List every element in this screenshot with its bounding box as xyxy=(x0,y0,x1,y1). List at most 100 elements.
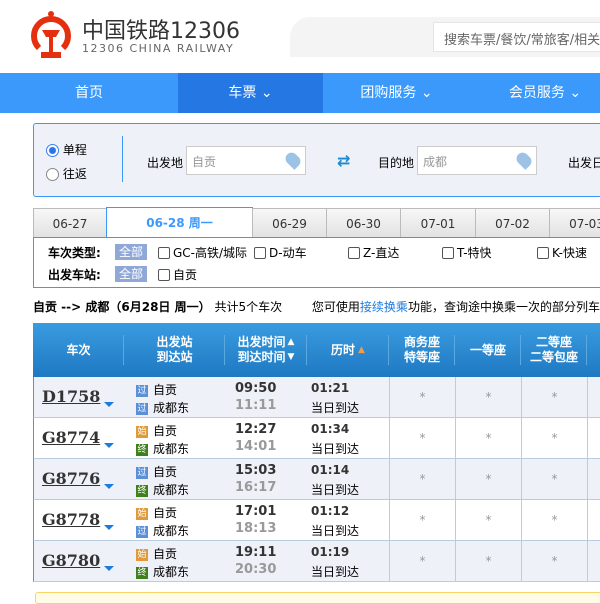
date-tabs: 06-27 06-28 周一 06-29 06-30 07-01 07-02 0… xyxy=(33,207,600,238)
from-value: 自贡 xyxy=(192,155,217,169)
caret-down-icon[interactable] xyxy=(104,402,114,407)
from-station: 始自贡 xyxy=(136,504,177,521)
nav-label: 会员服务 xyxy=(508,85,565,101)
table-row: G8774 始自贡 终成都东 12:27 14:01 01:34 当日到达 * … xyxy=(33,418,600,459)
to-label: 目的地 xyxy=(378,156,415,170)
duration: 01:19 xyxy=(311,545,350,559)
filter-gc-checkbox[interactable]: GC-高铁/城际 xyxy=(158,244,247,261)
station-name: 自贡 xyxy=(153,383,178,397)
to-station-input[interactable]: 成都 xyxy=(417,146,537,175)
to-station: 过成都东 xyxy=(136,522,189,539)
train-type-label: 车次类型: xyxy=(48,246,101,260)
train-number-link[interactable]: G8780 xyxy=(42,551,100,570)
from-station: 过自贡 xyxy=(136,381,177,398)
nav-home[interactable]: 首页 xyxy=(0,73,178,113)
header-label: 一等座 xyxy=(469,342,506,357)
filter-panel: 车次类型: 全部 GC-高铁/城际 D-动车 Z-直达 T-特快 K-快速 出发… xyxy=(33,237,600,288)
hint-text: 您可使用 xyxy=(311,300,360,314)
station-name: 成都东 xyxy=(153,565,190,579)
filter-station-checkbox[interactable]: 自贡 xyxy=(158,266,197,283)
train-number-link[interactable]: G8774 xyxy=(42,428,100,447)
col-times[interactable]: 出发时间 到达时间 ▲ ▼ xyxy=(225,323,307,377)
business-seat: * xyxy=(389,377,455,417)
checkbox-icon xyxy=(348,247,360,259)
second-class-seat: * xyxy=(521,541,587,581)
transfer-link[interactable]: 接续换乘 xyxy=(360,300,408,314)
sort-up-icon: ▲ xyxy=(358,344,365,355)
chevron-down-icon: ⌄ xyxy=(260,85,273,101)
business-seat: * xyxy=(389,500,455,540)
station-tag-icon: 终 xyxy=(136,485,148,497)
train-number-link[interactable]: G8778 xyxy=(42,510,100,529)
date-tab[interactable]: 06-27 xyxy=(33,208,107,238)
nav-label: 车票 xyxy=(228,85,257,101)
departure-time: 17:01 xyxy=(235,504,277,519)
station-tag-icon: 始 xyxy=(136,426,148,438)
station-name: 成都东 xyxy=(153,524,190,538)
from-station-input[interactable]: 自贡 xyxy=(186,146,306,175)
date-tab[interactable]: 07-03 xyxy=(549,208,600,238)
checkbox-icon xyxy=(537,247,549,259)
table-row: D1758 过自贡 过成都东 09:50 11:11 01:21 当日到达 * … xyxy=(33,377,600,418)
first-class-seat: * xyxy=(455,541,521,581)
caret-down-icon[interactable] xyxy=(104,566,114,571)
main-nav: 首页 车票 ⌄ 团购服务 ⌄ 会员服务 ⌄ xyxy=(0,73,600,113)
station-tag-icon: 过 xyxy=(136,403,148,415)
date-tab[interactable]: 06-30 xyxy=(326,208,401,238)
train-number-link[interactable]: D1758 xyxy=(42,387,100,406)
nav-label: 团购服务 xyxy=(360,85,417,101)
chevron-down-icon: ⌄ xyxy=(569,85,582,101)
date-tab-active[interactable]: 06-28 周一 xyxy=(106,207,253,238)
date-tab[interactable]: 06-29 xyxy=(252,208,327,238)
filter-z-checkbox[interactable]: Z-直达 xyxy=(348,244,399,261)
departure-time: 19:11 xyxy=(235,545,277,560)
header-label: 车次 xyxy=(66,342,91,357)
nav-label: 首页 xyxy=(75,85,103,101)
station-tag-icon: 始 xyxy=(136,549,148,561)
table-body: D1758 过自贡 过成都东 09:50 11:11 01:21 当日到达 * … xyxy=(33,377,600,582)
train-number-link[interactable]: G8776 xyxy=(42,469,100,488)
caret-down-icon[interactable] xyxy=(104,525,114,530)
location-pin-icon xyxy=(514,150,534,170)
station-name: 自贡 xyxy=(153,547,178,561)
swap-stations-icon[interactable]: ⇄ xyxy=(337,151,350,170)
to-station: 终成都东 xyxy=(136,481,189,498)
seat-cell xyxy=(587,541,600,581)
radio-icon xyxy=(46,168,59,181)
caret-down-icon[interactable] xyxy=(104,484,114,489)
date-tab[interactable]: 07-01 xyxy=(400,208,476,238)
header-label: 商务座 特等座 xyxy=(403,335,440,364)
filter-d-checkbox[interactable]: D-动车 xyxy=(254,244,307,261)
arrival-day: 当日到达 xyxy=(311,524,360,538)
arrival-time: 16:17 xyxy=(235,480,277,495)
header-label: 出发时间 到达时间 xyxy=(237,335,286,364)
one-way-radio[interactable]: 单程 xyxy=(46,141,87,158)
station-tag-icon: 过 xyxy=(136,526,148,538)
checkbox-label: K-快速 xyxy=(552,246,587,260)
arrival-time: 11:11 xyxy=(235,398,277,413)
chevron-down-icon: ⌄ xyxy=(420,85,433,101)
from-station: 始自贡 xyxy=(136,422,177,439)
arrival-time: 20:30 xyxy=(235,562,277,577)
filter-t-checkbox[interactable]: T-特快 xyxy=(442,244,492,261)
checkbox-label: T-特快 xyxy=(457,246,492,260)
site-search-input[interactable]: 搜索车票/餐饮/常旅客/相关规章 xyxy=(433,22,600,52)
nav-group-service[interactable]: 团购服务 ⌄ xyxy=(323,73,470,113)
arrival-day: 当日到达 xyxy=(311,401,360,415)
train-type-all-button[interactable]: 全部 xyxy=(115,244,148,260)
seat-cell xyxy=(587,459,600,499)
nav-tickets[interactable]: 车票 ⌄ xyxy=(178,73,323,113)
table-header: 车次 出发站 到达站 出发时间 到达时间 ▲ ▼ 历时 ▲ 商务座 特等座 一等座 … xyxy=(33,323,600,377)
nav-member-service[interactable]: 会员服务 ⌄ xyxy=(470,73,600,113)
second-class-seat: * xyxy=(521,377,587,417)
station-all-button[interactable]: 全部 xyxy=(115,266,148,282)
date-tab[interactable]: 07-02 xyxy=(475,208,550,238)
train-count: 共计5个车次 xyxy=(214,300,283,314)
station-filter-label: 出发车站: xyxy=(48,268,101,282)
filter-k-checkbox[interactable]: K-快速 xyxy=(537,244,587,261)
site-subtitle: 12306 CHINA RAILWAY xyxy=(82,42,235,55)
round-trip-radio[interactable]: 往返 xyxy=(46,165,87,182)
col-duration[interactable]: 历时 ▲ xyxy=(307,323,389,377)
caret-down-icon[interactable] xyxy=(104,443,114,448)
query-panel: 单程 往返 出发地 自贡 ⇄ 目的地 成都 出发日 xyxy=(33,123,600,197)
